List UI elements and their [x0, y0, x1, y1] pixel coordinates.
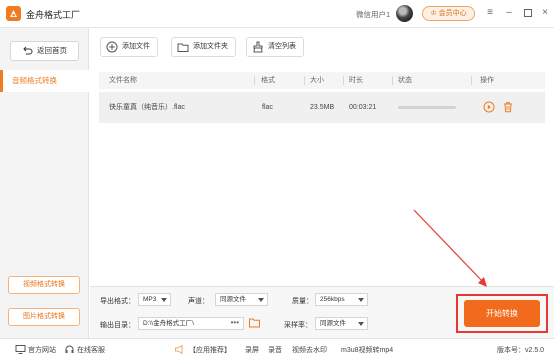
export-format-value: MP3: [143, 296, 157, 303]
channel-label: 声道：: [188, 298, 209, 305]
open-folder-icon[interactable]: [249, 318, 260, 328]
chevron-down-icon: [358, 322, 364, 326]
link-remove-watermark[interactable]: 视频去水印: [292, 345, 327, 355]
chevron-down-icon: [258, 298, 264, 302]
channel-value: 同源文件: [220, 296, 246, 303]
main-panel: 添加文件 添加文件夹 清空列表 文件名称 格式 大小 时长 状态 操作 快乐童真…: [90, 28, 554, 338]
column-divider[interactable]: [392, 76, 393, 85]
quality-value: 256kbps: [320, 296, 345, 303]
header-actions: 操作: [480, 77, 494, 84]
header-status: 状态: [398, 77, 412, 84]
close-icon[interactable]: ×: [538, 6, 552, 20]
monitor-icon: [15, 345, 26, 354]
column-divider[interactable]: [254, 76, 255, 85]
link-screen-record[interactable]: 录屏: [245, 345, 259, 355]
output-dir-field[interactable]: D:\\金舟格式工厂\ •••: [138, 317, 244, 330]
avatar[interactable]: [396, 5, 413, 22]
minimize-icon[interactable]: –: [502, 6, 516, 20]
export-format-label: 导出格式：: [100, 298, 135, 305]
table-header: 文件名称 格式 大小 时长 状态 操作: [99, 72, 545, 89]
crown-icon: ♔: [430, 10, 437, 17]
headset-icon: [65, 345, 74, 353]
quality-select[interactable]: 256kbps: [315, 293, 368, 306]
link-m3u8-to-mp4[interactable]: m3u8视频转mp4: [341, 345, 393, 355]
column-divider[interactable]: [304, 76, 305, 85]
output-dir-label: 输出目录：: [100, 322, 135, 329]
broom-icon: [253, 41, 263, 53]
browse-more-icon[interactable]: •••: [231, 317, 239, 328]
header-size: 大小: [310, 77, 324, 84]
add-file-label: 添加文件: [122, 43, 150, 50]
image-convert-button[interactable]: 图片格式转换: [8, 308, 80, 326]
column-divider[interactable]: [343, 76, 344, 85]
version-label: 版本号：v2.5.0: [497, 347, 545, 354]
output-settings-panel: 导出格式： MP3 声道： 同源文件 质量： 256kbps 输出目录： D:\…: [90, 286, 554, 338]
trash-icon[interactable]: [502, 101, 514, 113]
progress-bar: [398, 106, 456, 109]
link-audio-record[interactable]: 录音: [268, 345, 282, 355]
folder-add-icon: [177, 43, 189, 52]
file-format: flac: [262, 104, 273, 111]
menu-icon[interactable]: ≡: [483, 6, 497, 20]
add-circle-icon: [106, 41, 118, 53]
title-bar: 金舟格式工厂 微信用户1 ♔ 会员中心 ≡ – ×: [0, 0, 554, 28]
megaphone-icon: [175, 344, 183, 355]
add-file-button[interactable]: 添加文件: [100, 37, 158, 57]
back-home-label: 返回首页: [37, 46, 67, 55]
maximize-icon[interactable]: [521, 6, 535, 20]
app-logo-icon: [6, 6, 21, 21]
sidebar: 返回首页 音频格式转换 视频格式转换 图片格式转换: [0, 28, 89, 338]
play-icon[interactable]: [483, 101, 495, 113]
sample-rate-label: 采样率：: [284, 322, 312, 329]
column-divider[interactable]: [471, 76, 472, 85]
vip-label: 会员中心: [438, 10, 467, 17]
start-convert-button[interactable]: 开始转换: [464, 300, 540, 327]
table-row[interactable]: 快乐童真（纯音乐）.flac flac 23.5MB 00:03:21: [99, 92, 545, 123]
start-button-highlight: 开始转换: [456, 294, 548, 333]
header-format: 格式: [261, 77, 275, 84]
sample-rate-value: 同源文件: [320, 320, 346, 327]
back-arrow-icon: [23, 46, 33, 55]
vip-center-button[interactable]: ♔ 会员中心: [422, 6, 475, 21]
chevron-down-icon: [161, 298, 167, 302]
app-recommend-label: 【应用推荐】: [189, 347, 231, 354]
file-size: 23.5MB: [310, 104, 335, 111]
header-filename: 文件名称: [109, 77, 137, 84]
clear-list-label: 清空列表: [268, 43, 296, 50]
username[interactable]: 微信用户1: [356, 9, 390, 20]
clear-list-button[interactable]: 清空列表: [246, 37, 304, 57]
output-dir-value: D:\\金舟格式工厂\: [143, 320, 194, 327]
header-duration: 时长: [349, 77, 363, 84]
add-folder-label: 添加文件夹: [193, 43, 228, 50]
sidebar-item-audio-convert[interactable]: 音频格式转换: [0, 70, 89, 92]
chevron-down-icon: [358, 298, 364, 302]
export-format-select[interactable]: MP3: [138, 293, 171, 306]
video-convert-button[interactable]: 视频格式转换: [8, 276, 80, 294]
back-home-button[interactable]: 返回首页: [10, 41, 79, 61]
official-site-link[interactable]: 官方网站: [28, 345, 56, 355]
add-folder-button[interactable]: 添加文件夹: [171, 37, 236, 57]
quality-label: 质量：: [292, 298, 313, 305]
file-duration: 00:03:21: [349, 104, 377, 111]
sample-rate-select[interactable]: 同源文件: [315, 317, 368, 330]
online-support-link[interactable]: 在线客服: [77, 345, 105, 355]
status-bar: 官方网站 在线客服 【应用推荐】 录屏 录音 视频去水印 m3u8视频转mp4 …: [0, 338, 554, 360]
file-name: 快乐童真（纯音乐）.flac: [109, 104, 185, 111]
channel-select[interactable]: 同源文件: [215, 293, 268, 306]
app-title: 金舟格式工厂: [26, 10, 81, 20]
